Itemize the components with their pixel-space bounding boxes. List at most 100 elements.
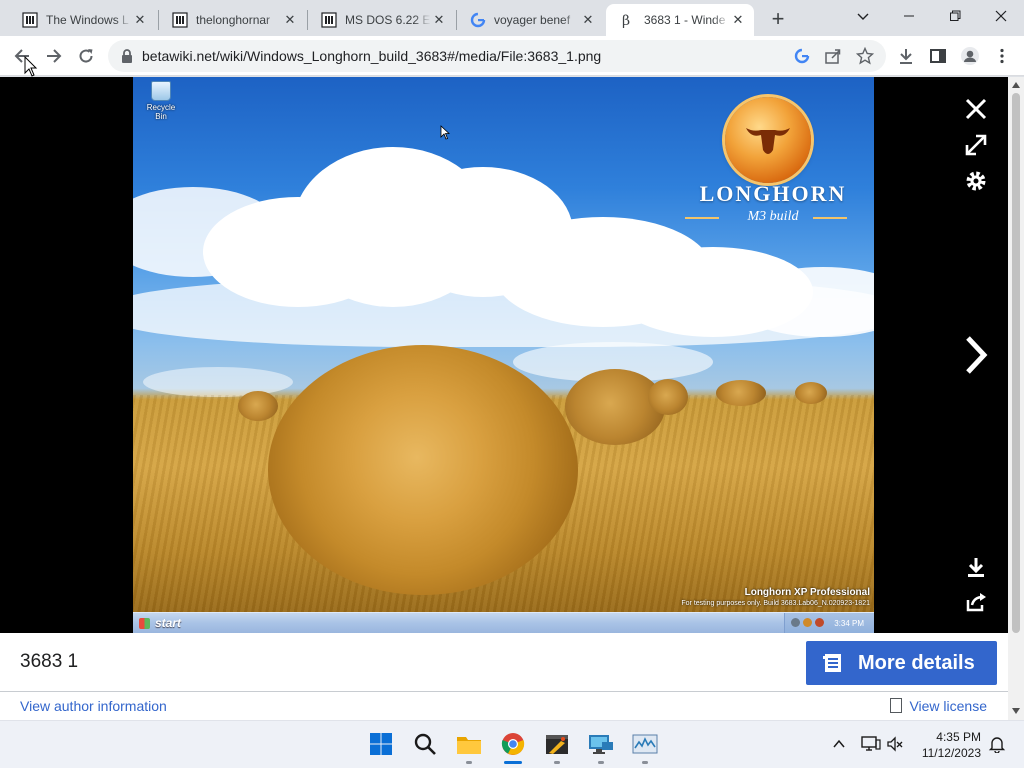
windows-start-button[interactable]	[368, 731, 394, 757]
tab-search-button[interactable]	[840, 0, 886, 32]
media-viewer: Recycle Bin LONGHORN M3 build Longhorn X…	[0, 77, 1008, 633]
close-tab-icon[interactable]: ✕	[132, 12, 148, 28]
lock-icon	[122, 49, 132, 63]
clock-date: 11/12/2023	[921, 746, 981, 760]
tab-title: MS DOS 6.22 E	[345, 13, 431, 27]
forward-button[interactable]	[40, 42, 68, 70]
tab-ms-dos[interactable]: MS DOS 6.22 E ✕	[307, 4, 455, 36]
download-icon	[900, 49, 912, 64]
close-tab-icon[interactable]: ✕	[730, 12, 746, 28]
notifications-button[interactable]	[984, 731, 1010, 757]
expand-icon	[965, 134, 987, 156]
taskbar-search-button[interactable]	[412, 731, 438, 757]
bell-icon	[988, 737, 1006, 753]
network-icon	[861, 736, 881, 751]
paint-app-icon	[546, 735, 568, 754]
more-details-button[interactable]: More details	[806, 641, 997, 685]
bull-head-icon	[746, 128, 790, 154]
share-icon	[966, 593, 986, 612]
hay-bale	[565, 369, 665, 445]
tray-icon	[791, 618, 800, 627]
avatar-icon	[961, 47, 979, 65]
view-license-link[interactable]: View license	[909, 698, 987, 714]
recycle-bin-label: Recycle Bin	[146, 103, 176, 121]
volume-muted-icon	[887, 736, 903, 752]
google-lens-icon[interactable]	[794, 48, 810, 69]
google-icon	[470, 12, 486, 28]
chrome-icon	[501, 733, 525, 755]
cloud-shape	[143, 367, 293, 397]
close-window-button[interactable]	[978, 0, 1024, 32]
restore-button[interactable]	[932, 0, 978, 32]
taskbar-app-remote[interactable]	[588, 731, 614, 757]
taskbar-file-explorer[interactable]	[456, 731, 482, 757]
next-image-button[interactable]	[958, 333, 994, 377]
taskbar-clock[interactable]: 4:35 PM 11/12/2023	[922, 729, 981, 761]
tab-title: The Windows L	[46, 13, 129, 27]
share-icon[interactable]	[824, 47, 842, 70]
tab-windows-l[interactable]: The Windows L ✕	[8, 4, 156, 36]
browser-toolbar: betawiki.net/wiki/Windows_Longhorn_build…	[0, 36, 1024, 76]
media-image: Recycle Bin LONGHORN M3 build Longhorn X…	[133, 77, 874, 633]
minimize-button[interactable]	[886, 0, 932, 32]
tab-thelonghornar[interactable]: thelonghornar ✕	[158, 4, 306, 36]
viewer-settings-button[interactable]	[962, 167, 990, 195]
tab-voyager[interactable]: voyager benef ✕	[456, 4, 604, 36]
address-bar[interactable]: betawiki.net/wiki/Windows_Longhorn_build…	[108, 40, 886, 72]
taskbar-app-monitor[interactable]	[632, 731, 658, 757]
recycle-bin-icon	[151, 81, 171, 101]
cloud-bank	[133, 277, 874, 347]
side-panel-button[interactable]	[924, 42, 952, 70]
scroll-up-arrow-icon[interactable]	[1012, 82, 1020, 88]
page-scrollbar[interactable]	[1008, 77, 1024, 720]
share-image-button[interactable]	[962, 588, 990, 616]
close-tab-icon[interactable]: ✕	[431, 12, 447, 28]
tab-title: thelonghornar	[196, 13, 271, 27]
page-content: Recycle Bin LONGHORN M3 build Longhorn X…	[0, 77, 1008, 720]
menu-button[interactable]	[988, 42, 1016, 70]
profile-button[interactable]	[956, 42, 984, 70]
clock-time: 4:35 PM	[936, 730, 981, 744]
network-status-button[interactable]	[858, 731, 884, 757]
hay-bale	[716, 380, 766, 406]
volume-button[interactable]	[882, 731, 908, 757]
downloads-button[interactable]	[892, 42, 920, 70]
taskbar-chrome[interactable]	[500, 731, 526, 757]
scroll-down-arrow-icon[interactable]	[1012, 708, 1020, 714]
bookmark-star-icon[interactable]	[855, 46, 875, 70]
close-tab-icon[interactable]: ✕	[282, 12, 298, 28]
tab-3683-1[interactable]: β 3683 1 - Winde ✕	[606, 4, 754, 36]
taskbar-running-indicator	[466, 761, 472, 764]
windows-flag-icon	[139, 618, 150, 629]
svg-text:β: β	[622, 13, 630, 28]
reload-icon	[79, 49, 93, 63]
taskbar-app-paint[interactable]	[544, 731, 570, 757]
build-watermark: For testing purposes only. Build 3683.La…	[681, 600, 870, 607]
download-icon	[968, 558, 984, 577]
screenshot-cursor-icon	[440, 125, 450, 140]
close-tab-icon[interactable]: ✕	[580, 12, 596, 28]
show-hidden-icons-button[interactable]	[826, 731, 852, 757]
new-tab-button[interactable]: +	[764, 6, 792, 34]
media-caption-bar: 3683 1 More details	[0, 633, 1008, 691]
download-image-button[interactable]	[962, 553, 990, 581]
screenshot-taskbar: start 3:34 PM	[133, 612, 874, 633]
windows-logo-icon	[370, 733, 392, 755]
scrollbar-thumb[interactable]	[1012, 93, 1020, 633]
reload-button[interactable]	[72, 42, 100, 70]
media-meta-bar: View author information View license	[0, 691, 1008, 720]
tray-icon	[803, 618, 812, 627]
folder-icon	[457, 737, 481, 754]
author-info-link[interactable]: View author information	[20, 698, 167, 714]
wiki-icon	[22, 12, 38, 28]
longhorn-logo	[725, 97, 811, 183]
ornament	[813, 217, 847, 219]
wiki-icon	[321, 12, 337, 28]
hay-bale	[795, 382, 827, 404]
fullscreen-button[interactable]	[962, 131, 990, 159]
media-title: 3683 1	[20, 651, 79, 672]
chevron-up-icon	[833, 739, 845, 748]
close-viewer-button[interactable]	[962, 95, 990, 123]
betawiki-icon: β	[620, 12, 636, 28]
url-text: betawiki.net/wiki/Windows_Longhorn_build…	[142, 48, 602, 64]
